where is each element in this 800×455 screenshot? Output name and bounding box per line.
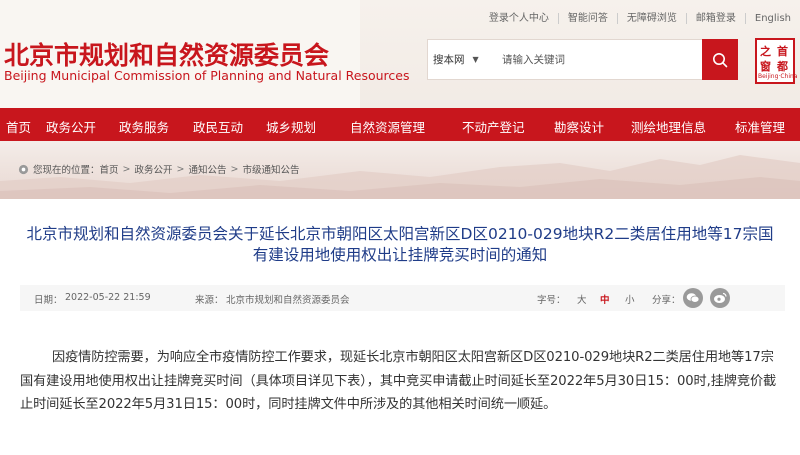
nav-item-gov-info[interactable]: 政务公开: [46, 117, 96, 136]
breadcrumb-prefix: 您现在的位置：: [33, 165, 100, 176]
logo-char: 首: [777, 45, 788, 58]
site-header: 登录个人中心 智能问答 无障碍浏览 邮箱登录 English 北京市规划和自然资…: [0, 0, 800, 108]
capital-window-logo[interactable]: 之 首 窗 都 Beijing·China: [755, 38, 798, 84]
accessibility-link[interactable]: 无障碍浏览: [616, 12, 686, 24]
breadcrumb-separator: >: [230, 163, 239, 175]
search-button[interactable]: [702, 39, 738, 80]
main-nav: 首页 政务公开 政务服务 政民互动 城乡规划 自然资源管理 不动产登记 勘察设计…: [0, 108, 800, 141]
nav-item-natural-resources[interactable]: 自然资源管理: [350, 117, 425, 136]
article-body: 因疫情防控需要，为响应全市疫情防控工作要求，现延长北京市朝阳区太阳宫新区D区02…: [20, 350, 777, 413]
nav-item-survey-design[interactable]: 勘察设计: [554, 117, 604, 136]
share-weibo-button[interactable]: [710, 288, 730, 308]
nav-item-real-estate[interactable]: 不动产登记: [462, 117, 525, 136]
share-wechat-button[interactable]: [683, 288, 703, 308]
logo-char: 之: [760, 45, 771, 58]
login-link[interactable]: 登录个人中心: [480, 13, 558, 24]
date-label: 日期：: [34, 295, 63, 306]
site-title-en: Beijing Municipal Commission of Planning…: [4, 68, 410, 83]
site-title-cn[interactable]: 北京市规划和自然资源委员会: [4, 36, 329, 72]
caret-down-icon: ▼: [472, 55, 479, 64]
article-title: 北京市规划和自然资源委员会关于延长北京市朝阳区太阳宫新区D区0210-029地块…: [26, 225, 774, 264]
breadcrumb-item[interactable]: 政务公开: [135, 162, 173, 176]
search-scope-label: 搜本网: [433, 54, 465, 66]
logo-char: 都: [777, 60, 788, 73]
smart-qa-link[interactable]: 智能问答: [557, 12, 617, 24]
weibo-icon: [714, 292, 727, 303]
nav-item-interaction[interactable]: 政民互动: [193, 117, 243, 136]
font-size-medium[interactable]: 中: [600, 292, 610, 306]
nav-item-home[interactable]: 首页: [6, 117, 31, 136]
breadcrumb-separator: >: [176, 163, 185, 175]
wechat-icon: [686, 293, 700, 303]
search-box: 搜本网 ▼: [427, 39, 738, 80]
nav-item-geo-info[interactable]: 测绘地理信息: [631, 117, 706, 136]
breadcrumb-item[interactable]: 市级通知公告: [242, 162, 299, 176]
search-scope-select[interactable]: 搜本网 ▼: [428, 40, 498, 79]
english-link[interactable]: English: [744, 12, 800, 24]
font-size-large[interactable]: 大: [577, 292, 587, 306]
article-meta-bar: 日期： 2022-05-22 21:59 来源： 北京市规划和自然资源委员会 字…: [20, 285, 785, 311]
share-label: 分享：: [652, 295, 681, 306]
nav-item-gov-service[interactable]: 政务服务: [119, 117, 169, 136]
breadcrumb-item[interactable]: 通知公告: [188, 162, 226, 176]
nav-item-urban-planning[interactable]: 城乡规划: [266, 117, 316, 136]
nav-item-standards[interactable]: 标准管理: [735, 117, 785, 136]
logo-char: 窗: [760, 60, 771, 73]
breadcrumb: 您现在的位置： 首页 > 政务公开 > 通知公告 > 市级通知公告: [18, 162, 299, 176]
location-icon: [18, 164, 29, 174]
email-login-link[interactable]: 邮箱登录: [685, 12, 745, 24]
logo-caption: Beijing·China: [758, 73, 798, 80]
font-size-small[interactable]: 小: [625, 292, 635, 306]
breadcrumb-separator: >: [122, 163, 131, 175]
font-size-label: 字号：: [537, 295, 566, 306]
source-value: 北京市规划和自然资源委员会: [226, 295, 350, 306]
source-label: 来源：: [195, 295, 224, 306]
breadcrumb-item[interactable]: 首页: [100, 162, 119, 176]
publish-date: 2022-05-22 21:59: [65, 292, 151, 303]
top-links: 登录个人中心 智能问答 无障碍浏览 邮箱登录 English: [480, 10, 800, 26]
search-icon: [713, 52, 728, 67]
